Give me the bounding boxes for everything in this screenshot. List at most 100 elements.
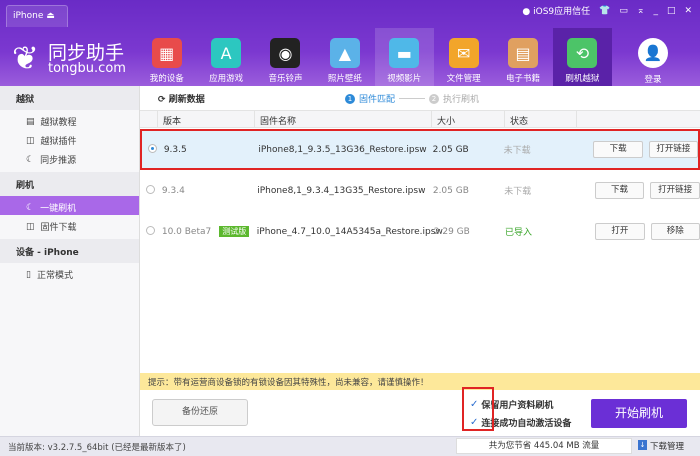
shirt-icon[interactable]: 👕 xyxy=(599,6,610,16)
sidebar-item[interactable]: ☾ 一键刷机 xyxy=(0,196,139,215)
nav-label: 视频影片 xyxy=(387,74,422,84)
table-row[interactable]: 9.3.4 iPhone8,1_9.3.4_13G35_Restore.ipsw… xyxy=(140,170,700,211)
sidebar-item[interactable]: ▯ 正常模式 xyxy=(0,263,139,282)
firmware-version: 10.0 Beta7 xyxy=(161,227,212,237)
sidebar-section-title: 设备 - iPhone xyxy=(0,239,139,263)
row-secondary-button[interactable]: 打开链接 xyxy=(650,182,700,199)
nav-item-3[interactable]: ▲ 照片壁纸 xyxy=(315,28,374,86)
device-tab[interactable]: iPhone ⏏ xyxy=(6,5,68,27)
tongbu-icon: ☾ xyxy=(26,202,35,213)
sidebar-item[interactable]: ◫ 固件下载 xyxy=(0,215,139,234)
nav-item-1[interactable]: A 应用游戏 xyxy=(196,28,255,86)
start-flash-button[interactable]: 开始刷机 xyxy=(591,399,687,428)
box-icon: ◫ xyxy=(26,135,35,146)
phone-icon: ▯ xyxy=(26,269,31,280)
refresh-button[interactable]: ⟳ 刷新数据 xyxy=(158,92,205,105)
firmware-name: iPhone_4.7_10.0_14A5345a_Restore.ipsw xyxy=(256,226,443,237)
main-nav: ▦ 我的设备 A 应用游戏 ◉ 音乐铃声 ▲ 照片壁纸 ▬ 视频影片 ✉ 文件管理 ▤ 电子书籍 ⟲ 刷机越狱 xyxy=(137,28,613,86)
download-icon: ↓ xyxy=(638,440,647,450)
sidebar: 越狱 ▤ 越狱教程 ◫ 越狱插件 ☾ 同步推源刷机 ☾ 一键刷机 ◫ 固件下载设备 - iPhone… xyxy=(0,86,140,436)
version-text: 当前版本: v3.2.7.5_64bit (已经是最新版本了) xyxy=(8,443,186,453)
header-name: 固件名称 xyxy=(255,111,432,127)
step-1-label: 固件匹配 xyxy=(359,95,396,105)
beta-badge: 测试版 xyxy=(219,226,250,237)
backup-restore-button[interactable]: 备份还原 xyxy=(152,399,248,426)
message-icon[interactable]: ▭ xyxy=(619,6,628,16)
header-select xyxy=(140,111,158,127)
maximize-icon[interactable]: □ xyxy=(667,6,676,16)
nav-item-7[interactable]: ⟲ 刷机越狱 xyxy=(552,28,613,86)
sidebar-item-label: 越狱插件 xyxy=(40,137,77,147)
user-icon: 👤 xyxy=(638,38,668,68)
row-secondary-button[interactable]: 移除 xyxy=(650,223,700,240)
step-2-label: 执行刷机 xyxy=(443,95,480,105)
book-icon: ▤ xyxy=(508,38,539,68)
refresh-label: 刷新数据 xyxy=(168,94,205,105)
sidebar-section-title: 刷机 xyxy=(0,172,139,196)
sidebar-item[interactable]: ☾ 同步推源 xyxy=(0,148,139,167)
select-radio[interactable] xyxy=(146,184,155,194)
download-manager-button[interactable]: ↓ 下载管理 xyxy=(638,440,684,452)
vinyl-icon: ◉ xyxy=(270,38,301,68)
nav-label: 文件管理 xyxy=(446,74,481,84)
nav-item-0[interactable]: ▦ 我的设备 xyxy=(137,28,196,86)
nav-label: 刷机越狱 xyxy=(565,74,600,84)
table-row[interactable]: 10.0 Beta7 测试版 iPhone_4.7_10.0_14A5345a_R… xyxy=(140,211,700,252)
firmware-name: iPhone8,1_9.3.4_13G35_Restore.ipsw xyxy=(257,185,426,196)
row-action-button[interactable]: 下载 xyxy=(593,141,643,158)
tongbu-icon: ☾ xyxy=(26,154,35,165)
firmware-size: 2.05 GB xyxy=(432,185,469,196)
nav-label: 照片壁纸 xyxy=(327,74,362,84)
firmware-version: 9.3.5 xyxy=(163,144,187,155)
sidebar-item-label: 同步推源 xyxy=(40,156,77,166)
highlight-box xyxy=(462,387,494,431)
warning-tip: 提示：带有运营商设备锁的有锁设备因其特殊性，尚未兼容，请谨慎操作！ xyxy=(140,373,700,390)
device-tab-label: iPhone xyxy=(13,11,44,21)
step-indicator: 1 固件匹配 2 执行刷机 xyxy=(345,92,479,105)
header-status: 状态 xyxy=(505,111,577,127)
row-secondary-button[interactable]: 打开链接 xyxy=(648,141,698,158)
header-size: 大小 xyxy=(432,111,505,127)
sidebar-item-label: 一键刷机 xyxy=(40,204,77,214)
logo-domain: tongbu.com xyxy=(48,61,126,76)
auto-activate-label: 连接成功自动激活设备 xyxy=(481,419,572,429)
table-header: 版本 固件名称 大小 状态 xyxy=(140,110,700,128)
app-store-icon: A xyxy=(211,38,242,68)
nav-label: 应用游戏 xyxy=(209,74,244,84)
nav-item-5[interactable]: ✉ 文件管理 xyxy=(434,28,493,86)
clapper-icon: ▬ xyxy=(389,38,420,68)
row-action-button[interactable]: 打开 xyxy=(595,223,645,240)
firmware-status: 未下载 xyxy=(504,187,532,197)
firmware-status: 未下载 xyxy=(503,146,531,156)
row-action-button[interactable]: 下载 xyxy=(594,182,645,199)
sidebar-section-title: 越狱 xyxy=(0,86,139,110)
download-manager-label: 下载管理 xyxy=(650,442,685,452)
logo-icon: ❦ xyxy=(12,39,39,77)
photo-icon: ▲ xyxy=(329,38,360,68)
login-button[interactable]: 👤 登录 xyxy=(628,38,678,85)
select-radio[interactable] xyxy=(148,143,157,153)
header-version: 版本 xyxy=(158,111,255,127)
table-row[interactable]: 9.3.5 iPhone8,1_9.3.5_13G36_Restore.ipsw… xyxy=(140,129,700,170)
flash-icon: ⟲ xyxy=(567,38,598,68)
minimize-icon[interactable]: _ xyxy=(653,6,658,16)
step-connector xyxy=(399,98,426,99)
sidebar-item-label: 越狱教程 xyxy=(40,118,77,128)
nav-item-2[interactable]: ◉ 音乐铃声 xyxy=(256,28,315,86)
sidebar-item[interactable]: ◫ 越狱插件 xyxy=(0,129,139,148)
nav-item-6[interactable]: ▤ 电子书籍 xyxy=(493,28,552,86)
select-radio[interactable] xyxy=(146,225,155,235)
menu-icon[interactable]: ⌅ xyxy=(637,6,645,16)
login-label: 登录 xyxy=(644,75,662,85)
nav-item-4[interactable]: ▬ 视频影片 xyxy=(374,28,434,86)
trust-label: iOS9应用信任 xyxy=(533,7,591,17)
close-icon[interactable]: ✕ xyxy=(684,6,692,16)
sidebar-item-label: 固件下载 xyxy=(40,223,77,233)
sidebar-item[interactable]: ▤ 越狱教程 xyxy=(0,110,139,129)
box-icon: ◫ xyxy=(26,221,35,232)
step-2-number: 2 xyxy=(429,93,440,104)
firmware-size: 2.05 GB xyxy=(432,144,469,155)
ios9-trust-link[interactable]: ● iOS9应用信任 xyxy=(522,4,590,17)
sidebar-item-label: 正常模式 xyxy=(36,271,73,281)
nav-label: 电子书籍 xyxy=(506,74,541,84)
